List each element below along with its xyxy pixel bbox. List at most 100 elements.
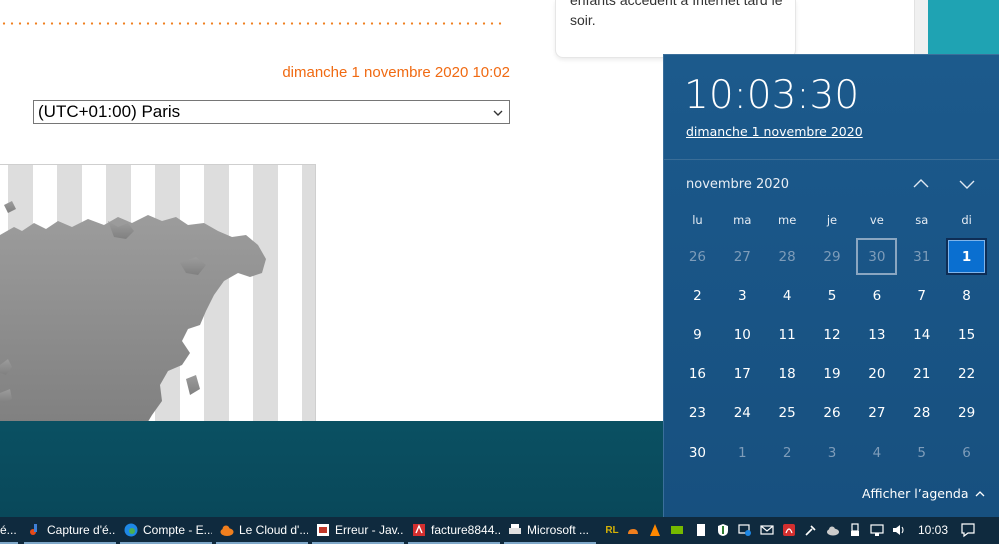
calendar-day[interactable]: 9	[675, 315, 720, 354]
side-card-text: soir.	[570, 12, 596, 28]
calendar-day[interactable]: 29	[944, 394, 989, 433]
page-date-text: dimanche 1 novembre 2020 10:02	[282, 64, 510, 81]
desktop-wallpaper-strip	[928, 0, 999, 60]
side-card: enfants accèdent à Internet tard le soir…	[555, 0, 796, 58]
calendar-day[interactable]: 22	[944, 355, 989, 394]
taskbar-app-edge[interactable]: Compte - E...	[120, 517, 212, 544]
calendar-day[interactable]: 2	[675, 276, 720, 315]
calendar-day[interactable]: 28	[899, 394, 944, 433]
show-agenda-button[interactable]: Afficher l’agenda	[862, 486, 986, 501]
calendar-day[interactable]: 6	[854, 276, 899, 315]
taskbar-app-java[interactable]: Erreur - Jav...	[312, 517, 404, 544]
network-icon[interactable]	[870, 523, 884, 537]
calendar-day[interactable]: 14	[899, 315, 944, 354]
mail-icon[interactable]	[760, 523, 774, 537]
calendar-day[interactable]: 18	[765, 355, 810, 394]
calendar-day[interactable]: 4	[765, 276, 810, 315]
document-icon[interactable]	[694, 523, 708, 537]
shield-icon[interactable]	[716, 523, 730, 537]
calendar-day[interactable]: 26	[810, 394, 855, 433]
weekday-label: me	[778, 213, 797, 227]
notification-icon	[961, 523, 975, 538]
printer-icon	[508, 523, 522, 537]
calendar-day[interactable]: 13	[854, 315, 899, 354]
calendar-day[interactable]: 5	[810, 276, 855, 315]
calendar-day[interactable]: 31	[899, 237, 944, 276]
calendar-day[interactable]: 30	[856, 238, 898, 276]
cloud-sync-icon[interactable]	[626, 523, 640, 537]
timezone-select[interactable]: (UTC+01:00) Paris	[33, 100, 510, 124]
calendar-day[interactable]: 25	[765, 394, 810, 433]
calendar-day[interactable]: 3	[720, 276, 765, 315]
calendar-day[interactable]: 2	[765, 433, 810, 472]
weekday-label: ve	[869, 213, 884, 227]
weekday-label: ma	[733, 213, 752, 227]
calendar-day[interactable]: 20	[854, 355, 899, 394]
calendar-day[interactable]: 23	[675, 394, 720, 433]
taskbar-clock[interactable]: 10:03	[918, 523, 948, 537]
calendar-day[interactable]: 27	[720, 237, 765, 276]
calendar-flyout: 10:03:30 dimanche 1 novembre 2020 novemb…	[663, 54, 999, 517]
snip-icon	[28, 523, 42, 537]
month-label[interactable]: novembre 2020	[686, 177, 789, 192]
calendar-day[interactable]: 12	[810, 315, 855, 354]
calendar-day[interactable]: 27	[854, 394, 899, 433]
flyout-clock: 10:03:30	[684, 73, 860, 118]
calendar-day[interactable]: 6	[944, 433, 989, 472]
calendar-day[interactable]: 16	[675, 355, 720, 394]
previous-month-button[interactable]	[910, 173, 932, 195]
calendar-day[interactable]: 17	[720, 355, 765, 394]
taskbar-app-printer[interactable]: Microsoft ...	[504, 517, 596, 544]
cloud-icon[interactable]	[826, 523, 840, 537]
calendar-day[interactable]: 11	[765, 315, 810, 354]
calendar-day[interactable]: 3	[810, 433, 855, 472]
pdf-icon	[412, 523, 426, 537]
timezone-select-value: (UTC+01:00) Paris	[38, 102, 181, 121]
calendar-day[interactable]: 7	[899, 276, 944, 315]
taskbar-app-cloud[interactable]: Le Cloud d'...	[216, 517, 308, 544]
calendar-day[interactable]: 19	[810, 355, 855, 394]
timezone-map[interactable]	[0, 164, 316, 421]
calendar-day[interactable]: 29	[810, 237, 855, 276]
calendar-day[interactable]: 15	[944, 315, 989, 354]
calendar-day[interactable]: 21	[899, 355, 944, 394]
calendar-day-grid: 26 27 28 29 30 31 1 2 3 4 5 6 7 8 9 10 11 12 13 14 15 16 17 18 1…	[675, 237, 989, 472]
flyout-full-date-link[interactable]: dimanche 1 novembre 2020	[686, 124, 863, 139]
volume-icon[interactable]	[892, 523, 906, 537]
notification-center-button[interactable]	[960, 522, 976, 538]
next-month-button[interactable]	[956, 173, 978, 195]
network-share-icon[interactable]	[738, 523, 752, 537]
rl-tray-icon[interactable]: RL	[604, 523, 620, 537]
chevron-up-icon	[913, 179, 929, 188]
chevron-down-icon	[959, 180, 975, 189]
taskbar-app-0[interactable]: é...	[0, 517, 18, 544]
nvidia-icon[interactable]	[670, 523, 684, 537]
tools-icon[interactable]	[804, 523, 818, 537]
vlc-icon[interactable]	[648, 523, 662, 537]
calendar-day[interactable]: 28	[765, 237, 810, 276]
edge-icon	[124, 523, 138, 537]
taskbar-app-label: Erreur - Jav...	[335, 522, 404, 537]
usb-icon[interactable]	[848, 523, 862, 537]
weekday-header: lu ma me je ve sa di	[675, 213, 989, 229]
calendar-day[interactable]: 1	[720, 433, 765, 472]
calendar-day-selected[interactable]: 1	[946, 238, 988, 276]
acrobat-icon[interactable]	[782, 523, 796, 537]
calendar-day[interactable]: 24	[720, 394, 765, 433]
calendar-day[interactable]: 30	[675, 433, 720, 472]
calendar-day[interactable]: 4	[854, 433, 899, 472]
weekday-label: di	[961, 213, 972, 227]
weekday-label: je	[826, 213, 838, 227]
calendar-day[interactable]: 10	[720, 315, 765, 354]
show-agenda-label: Afficher l’agenda	[862, 486, 969, 501]
weekday-label: lu	[692, 213, 703, 227]
taskbar-app-label: Capture d'é...	[47, 522, 116, 537]
calendar-day[interactable]: 26	[675, 237, 720, 276]
world-map-shape	[0, 201, 266, 421]
taskbar-app-label: é...	[0, 522, 17, 537]
calendar-day[interactable]: 8	[944, 276, 989, 315]
taskbar-app-snip[interactable]: Capture d'é...	[24, 517, 116, 544]
calendar-day[interactable]: 5	[899, 433, 944, 472]
taskbar-app-pdf[interactable]: facture8844...	[408, 517, 500, 544]
taskbar-app-label: Le Cloud d'...	[239, 522, 308, 537]
